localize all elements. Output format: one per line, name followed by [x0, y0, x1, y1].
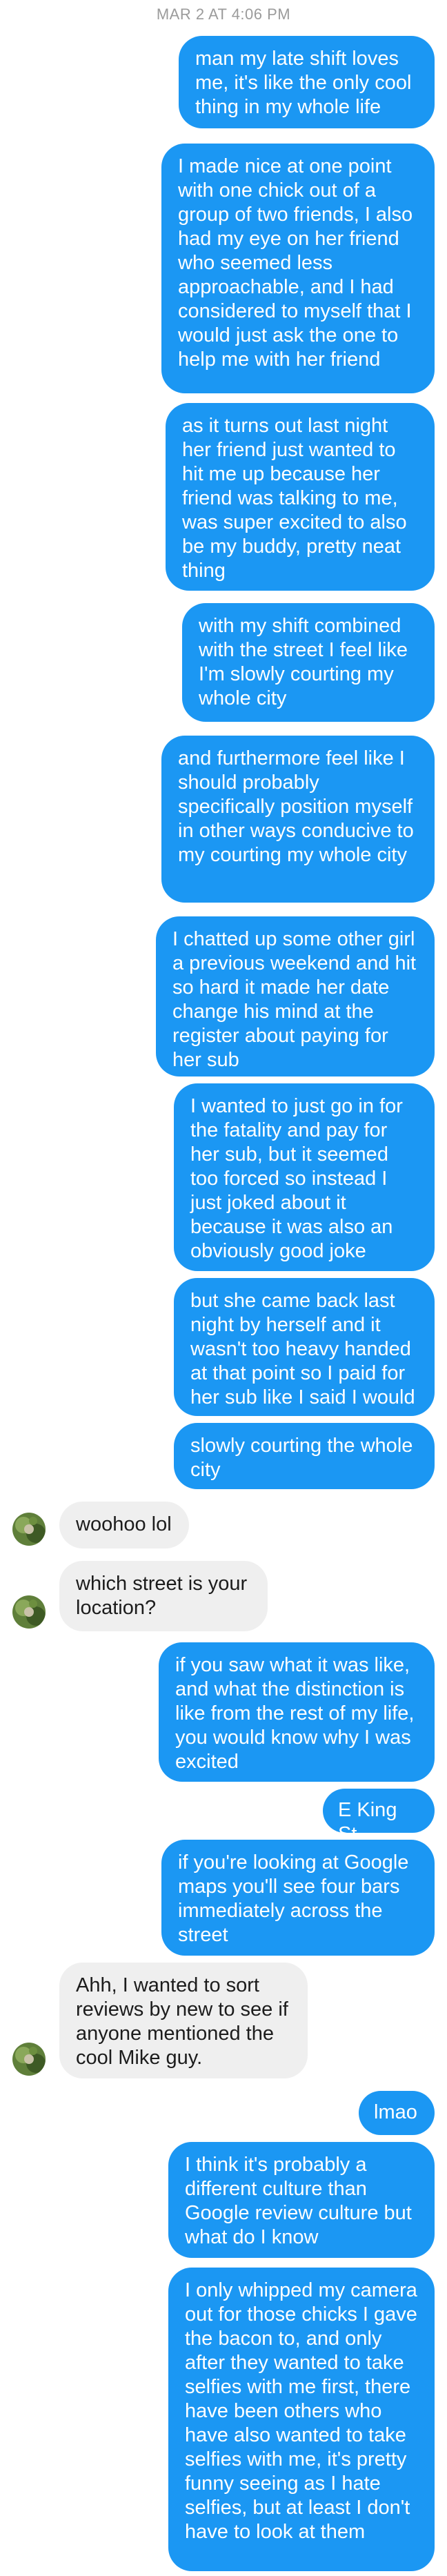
message-bubble-outgoing[interactable]: if you saw what it was like, and what th…: [159, 1642, 435, 1782]
message-bubble-outgoing[interactable]: lmao: [359, 2091, 435, 2135]
message-bubble-incoming[interactable]: woohoo lol: [59, 1502, 189, 1548]
avatar-image: [12, 2043, 46, 2076]
contact-avatar[interactable]: [12, 1595, 46, 1629]
contact-avatar[interactable]: [12, 1513, 46, 1546]
message-bubble-outgoing[interactable]: I chatted up some other girl a previous …: [156, 916, 435, 1076]
message-bubble-outgoing[interactable]: I made nice at one point with one chick …: [161, 144, 435, 393]
message-bubble-outgoing[interactable]: I think it's probably a different cultur…: [168, 2142, 435, 2258]
message-bubble-outgoing[interactable]: but she came back last night by herself …: [174, 1278, 435, 1416]
message-bubble-outgoing[interactable]: E King St: [323, 1789, 435, 1845]
message-bubble-outgoing[interactable]: I wanted to just go in for the fatality …: [174, 1083, 435, 1271]
contact-avatar[interactable]: [12, 2043, 46, 2076]
message-bubble-outgoing[interactable]: and furthermore feel like I should proba…: [161, 736, 435, 903]
message-bubble-incoming[interactable]: Ahh, I wanted to sort reviews by new to …: [59, 1963, 308, 2078]
message-bubble-outgoing[interactable]: I only whipped my camera out for those c…: [168, 2268, 435, 2571]
message-bubble-outgoing[interactable]: as it turns out last night her friend ju…: [166, 403, 435, 591]
message-bubble-incoming[interactable]: which street is your location?: [59, 1561, 268, 1631]
message-bubble-outgoing[interactable]: with my shift combined with the street I…: [182, 603, 435, 722]
message-bubble-outgoing[interactable]: slowly courting the whole city: [174, 1423, 435, 1489]
avatar-image: [12, 1595, 46, 1629]
avatar-image: [12, 1513, 46, 1546]
message-bubble-outgoing[interactable]: if you're looking at Google maps you'll …: [161, 1840, 435, 1956]
message-bubble-outgoing[interactable]: man my late shift loves me, it's like th…: [179, 36, 435, 128]
conversation-timestamp: MAR 2 AT 4:06 PM: [156, 6, 291, 23]
